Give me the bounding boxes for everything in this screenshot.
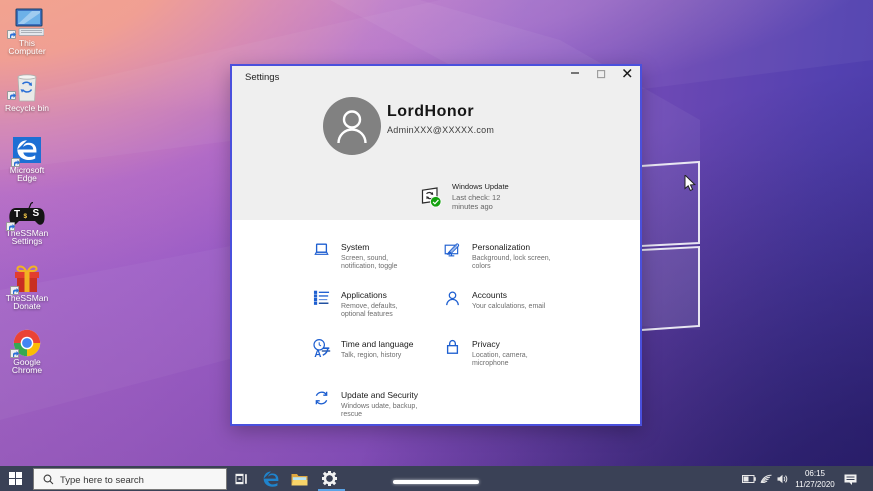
svg-text:A: A xyxy=(314,349,321,358)
svg-text:$: $ xyxy=(24,213,28,220)
svg-text:S: S xyxy=(33,208,40,219)
svg-text:T: T xyxy=(14,209,20,220)
